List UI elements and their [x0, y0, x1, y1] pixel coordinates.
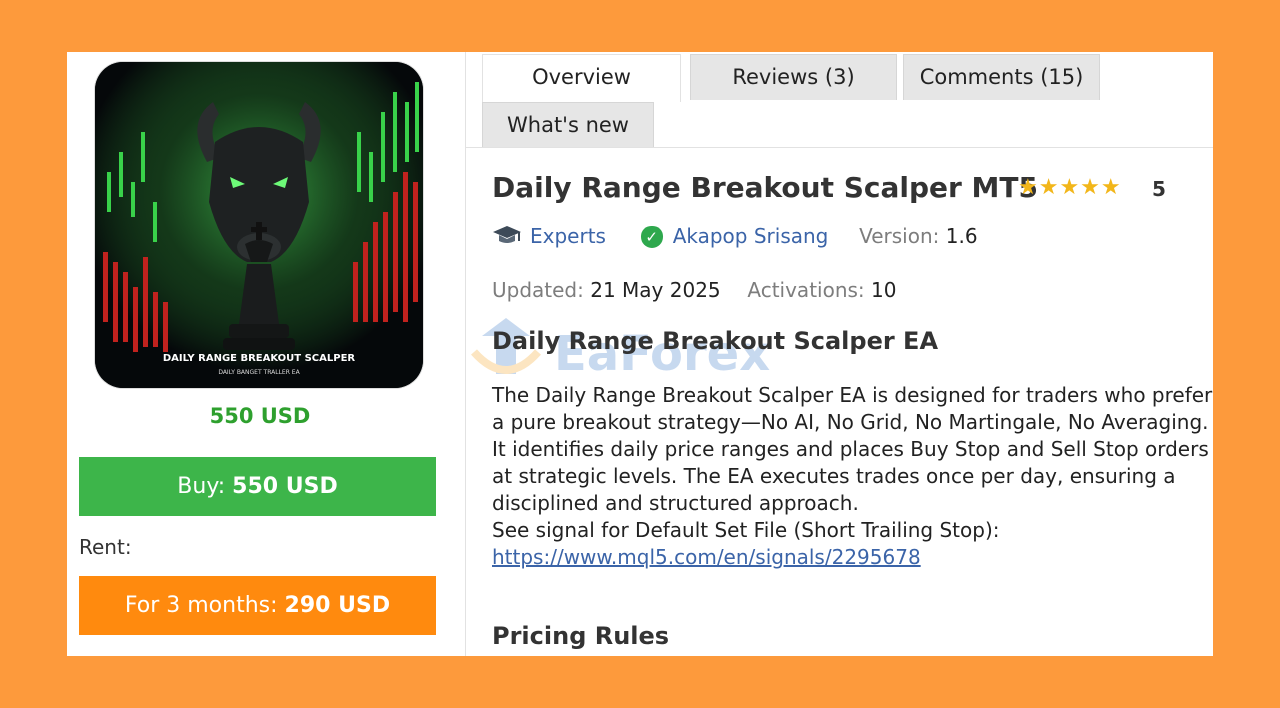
rent-label: Rent:: [79, 535, 132, 559]
rent-option-price: 290 USD: [284, 593, 391, 618]
rating-value: 5: [1152, 177, 1166, 201]
product-image[interactable]: DAILY RANGE BREAKOUT SCALPER DAILY BANGE…: [95, 62, 423, 388]
pricing-rules-heading: Pricing Rules: [492, 622, 670, 650]
bull-chess-artwork: DAILY RANGE BREAKOUT SCALPER DAILY BANGE…: [95, 62, 423, 388]
signal-text: See signal for Default Set File (Short T…: [492, 518, 1000, 542]
activations-label: Activations:: [747, 278, 865, 302]
category-link[interactable]: Experts: [530, 224, 606, 248]
buy-price: 550 USD: [232, 474, 338, 499]
author-link[interactable]: Akapop Srisang: [673, 224, 829, 248]
buy-label: Buy:: [177, 474, 233, 499]
tab-reviews[interactable]: Reviews (3): [690, 54, 897, 100]
rent-3-months-button[interactable]: For 3 months: 290 USD: [79, 576, 436, 635]
signal-link[interactable]: https://www.mql5.com/en/signals/2295678: [492, 545, 921, 569]
graduation-cap-icon: [492, 224, 522, 251]
product-title: Daily Range Breakout Scalper MT5: [492, 171, 1038, 204]
version-value: 1.6: [945, 224, 978, 248]
verified-shield-icon: ✓: [640, 226, 663, 248]
image-subcaption: DAILY BANGET TRALLER EA: [218, 369, 300, 376]
description-heading: Daily Range Breakout Scalper EA: [492, 327, 939, 355]
image-caption: DAILY RANGE BREAKOUT SCALPER: [163, 353, 356, 364]
product-details: Overview Reviews (3) Comments (15) What'…: [466, 52, 1213, 656]
tabs-divider: [466, 147, 1213, 148]
description-body: The Daily Range Breakout Scalper EA is d…: [492, 382, 1213, 571]
product-price: 550 USD: [209, 404, 311, 428]
version-label: Version:: [859, 224, 940, 248]
updated-value: 21 May 2025: [590, 278, 721, 302]
tab-whats-new[interactable]: What's new: [482, 102, 654, 148]
activations-value: 10: [871, 278, 897, 302]
description-paragraph: The Daily Range Breakout Scalper EA is d…: [492, 383, 1213, 515]
product-panel: DAILY RANGE BREAKOUT SCALPER DAILY BANGE…: [67, 52, 1213, 656]
buy-button[interactable]: Buy: 550 USD: [79, 457, 436, 516]
meta-row-updated: Updated: 21 May 2025 Activations: 10: [492, 278, 896, 302]
tab-overview[interactable]: Overview: [482, 54, 681, 102]
product-sidebar: DAILY RANGE BREAKOUT SCALPER DAILY BANGE…: [67, 52, 466, 656]
updated-label: Updated:: [492, 278, 584, 302]
tab-comments[interactable]: Comments (15): [903, 54, 1100, 100]
rent-option-label: For 3 months:: [124, 593, 285, 618]
rating-stars-icon[interactable]: ★★★★★: [1018, 175, 1122, 200]
meta-row-category: Experts ✓ Akapop Srisang Version: 1.6: [492, 224, 978, 251]
